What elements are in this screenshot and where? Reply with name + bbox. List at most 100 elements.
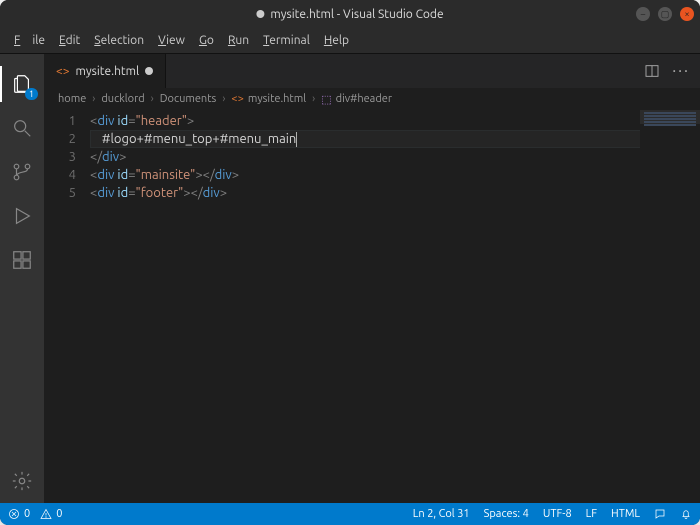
code-token: </: [90, 150, 102, 164]
tab-mysite[interactable]: <> mysite.html: [44, 54, 166, 88]
branch-icon: [11, 161, 33, 183]
menu-run[interactable]: Run: [222, 32, 255, 49]
code-line[interactable]: <div id="footer"></div>: [90, 184, 700, 202]
feedback-icon: [654, 508, 666, 520]
status-notifications[interactable]: [680, 508, 692, 520]
editor-area: <> mysite.html ··· home › ducklord › Doc…: [44, 54, 700, 503]
code-token: div: [97, 168, 114, 182]
tab-actions: ···: [634, 54, 700, 88]
search-icon: [11, 117, 33, 139]
bell-icon: [680, 508, 692, 520]
code-token: =: [128, 186, 135, 200]
workbench-body: 1 <> mysite.html: [0, 54, 700, 503]
breadcrumbs[interactable]: home › ducklord › Documents › <> mysite.…: [44, 88, 700, 110]
warning-icon: [40, 508, 52, 520]
code-line[interactable]: </div>: [90, 148, 700, 166]
code-line[interactable]: #logo+#menu_top+#menu_main: [90, 130, 700, 148]
html-file-icon: <>: [231, 93, 243, 105]
symbol-icon: ⬚: [321, 93, 331, 106]
menu-selection[interactable]: Selection: [88, 32, 150, 49]
code-line[interactable]: <div id="mainsite"></div>: [90, 166, 700, 184]
activity-explorer[interactable]: 1: [0, 62, 44, 106]
code-token: id: [117, 186, 128, 200]
menu-view[interactable]: View: [152, 32, 191, 49]
code-token: >: [119, 150, 126, 164]
editor[interactable]: 12345 <div id="header"> #logo+#menu_top+…: [44, 110, 700, 503]
breadcrumb-part[interactable]: home: [58, 93, 86, 105]
code-token: id: [117, 168, 128, 182]
chevron-right-icon: ›: [220, 93, 227, 105]
code-token: #logo+#menu_top+#menu_main: [90, 132, 296, 146]
status-feedback[interactable]: [654, 508, 666, 520]
chevron-right-icon: ›: [310, 93, 317, 105]
chevron-right-icon: ›: [90, 93, 97, 105]
close-button[interactable]: ×: [680, 7, 694, 21]
activity-search[interactable]: [0, 106, 44, 150]
activity-bar: 1: [0, 54, 44, 503]
minimap-lines: [644, 112, 696, 127]
menu-file[interactable]: File: [8, 32, 51, 49]
activity-settings[interactable]: [0, 459, 44, 503]
code-line[interactable]: <div id="header">: [90, 112, 700, 130]
code-token: div: [102, 150, 119, 164]
breadcrumb-symbol[interactable]: div#header: [336, 93, 392, 105]
error-icon: [8, 508, 20, 520]
text-cursor: [296, 132, 297, 147]
extensions-icon: [11, 249, 33, 271]
code-token: "header": [136, 114, 187, 128]
window-title-text: mysite.html - Visual Studio Code: [270, 8, 443, 21]
code-content[interactable]: <div id="header"> #logo+#menu_top+#menu_…: [90, 110, 700, 503]
status-errors[interactable]: 0: [8, 508, 30, 520]
activity-extensions[interactable]: [0, 238, 44, 282]
minimize-button[interactable]: –: [636, 7, 650, 21]
code-token: ></: [195, 168, 214, 182]
menu-help[interactable]: Help: [318, 32, 355, 49]
status-eol[interactable]: LF: [586, 508, 597, 520]
tab-filename: mysite.html: [76, 65, 140, 78]
code-token: "mainsite": [136, 168, 196, 182]
code-token: div: [97, 186, 114, 200]
chevron-right-icon: ›: [149, 93, 156, 105]
breadcrumb-part[interactable]: Documents: [160, 93, 217, 105]
status-encoding[interactable]: UTF-8: [543, 508, 572, 520]
explorer-badge: 1: [25, 88, 38, 100]
status-indent[interactable]: Spaces: 4: [484, 508, 529, 520]
code-token: id: [117, 114, 128, 128]
titlebar: mysite.html - Visual Studio Code – ▢ ×: [0, 0, 700, 28]
breadcrumb-file[interactable]: mysite.html: [248, 93, 306, 105]
line-gutter: 12345: [44, 110, 90, 503]
warning-count: 0: [56, 508, 62, 520]
tab-dirty-indicator-icon: [145, 67, 153, 75]
code-token: div: [97, 114, 114, 128]
vscode-window: mysite.html - Visual Studio Code – ▢ × F…: [0, 0, 700, 525]
window-controls: – ▢ ×: [636, 7, 694, 21]
minimap[interactable]: [640, 110, 700, 503]
code-token: ></: [183, 186, 202, 200]
play-icon: [11, 205, 33, 227]
status-bar: 0 0 Ln 2, Col 31 Spaces: 4 UTF-8 LF HTML: [0, 503, 700, 525]
code-token: >: [232, 168, 239, 182]
window-title: mysite.html - Visual Studio Code: [256, 8, 443, 21]
code-token: >: [187, 114, 194, 128]
error-count: 0: [24, 508, 30, 520]
status-warnings[interactable]: 0: [40, 508, 62, 520]
menu-edit[interactable]: Edit: [53, 32, 86, 49]
html-file-icon: <>: [56, 65, 70, 78]
gear-icon: [11, 470, 33, 492]
activity-source-control[interactable]: [0, 150, 44, 194]
more-actions-icon[interactable]: ···: [672, 62, 690, 80]
status-language[interactable]: HTML: [611, 508, 640, 520]
maximize-button[interactable]: ▢: [658, 7, 672, 21]
activity-run-debug[interactable]: [0, 194, 44, 238]
menubar: File Edit Selection View Go Run Terminal…: [0, 28, 700, 54]
split-editor-icon[interactable]: [644, 63, 660, 79]
tab-bar: <> mysite.html ···: [44, 54, 700, 88]
status-line-col[interactable]: Ln 2, Col 31: [413, 508, 470, 520]
code-token: "footer": [136, 186, 184, 200]
code-token: =: [128, 114, 135, 128]
code-token: div: [215, 168, 232, 182]
menu-go[interactable]: Go: [193, 32, 220, 49]
code-token: >: [220, 186, 227, 200]
menu-terminal[interactable]: Terminal: [257, 32, 316, 49]
breadcrumb-part[interactable]: ducklord: [101, 93, 144, 105]
